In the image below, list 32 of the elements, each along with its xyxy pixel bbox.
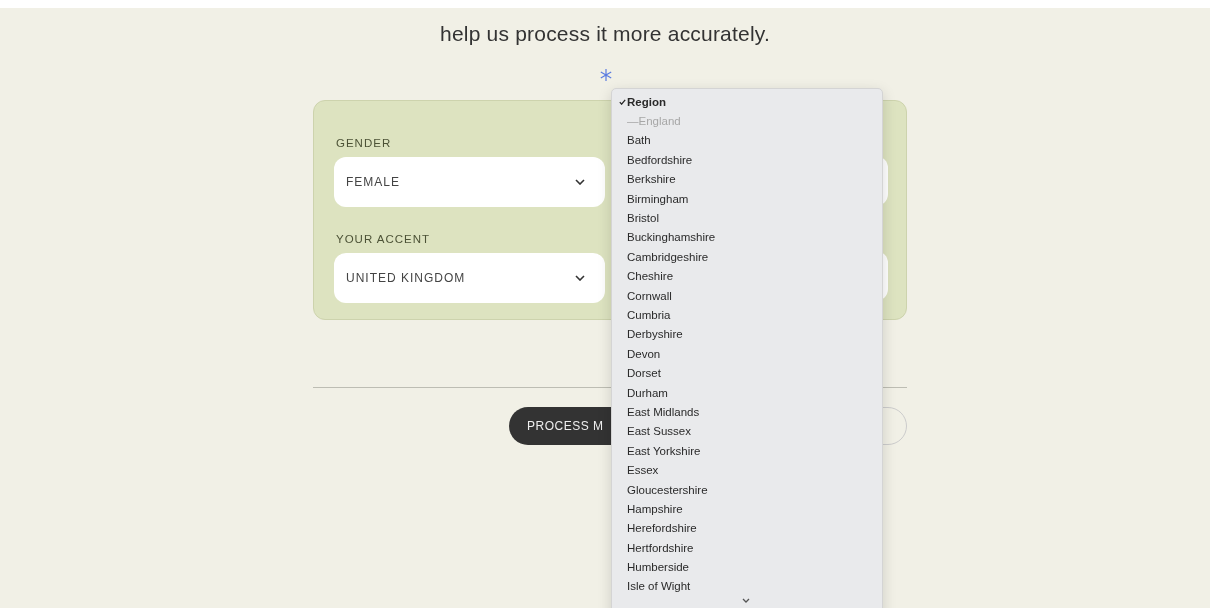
menu-item[interactable]: Bedfordshire	[612, 150, 882, 170]
menu-item[interactable]: Dorset	[612, 363, 882, 383]
menu-item[interactable]: Buckinghamshire	[612, 227, 882, 248]
menu-item[interactable]: Essex	[612, 460, 882, 480]
chevron-down-icon	[575, 275, 585, 281]
menu-item[interactable]: Region	[612, 92, 882, 112]
chevron-down-icon	[575, 179, 585, 185]
menu-item[interactable]: Isle of Wight	[612, 576, 882, 597]
menu-item[interactable]: Hampshire	[612, 499, 882, 519]
asterisk-icon	[600, 69, 612, 81]
menu-item[interactable]: Hertfordshire	[612, 538, 882, 558]
checkmark-icon	[619, 98, 626, 105]
menu-item[interactable]: Gloucestershire	[612, 479, 882, 500]
menu-item[interactable]: Cumbria	[612, 305, 882, 325]
menu-item[interactable]: Cornwall	[612, 285, 882, 306]
field-label: GENDER	[336, 137, 393, 149]
menu-item[interactable]: Birmingham	[612, 188, 882, 209]
field-label: YOUR ACCENT	[336, 233, 432, 245]
menu-item[interactable]: Berkshire	[612, 169, 882, 189]
menu-item[interactable]: Cheshire	[612, 266, 882, 286]
menu-item[interactable]: Cambridgeshire	[612, 247, 882, 267]
menu-item[interactable]: Humberside	[612, 557, 882, 577]
menu-item[interactable]: Devon	[612, 344, 882, 364]
menu-item[interactable]: Bristol	[612, 208, 882, 228]
select-field[interactable]: UNITED KINGDOM	[334, 253, 605, 303]
menu-item[interactable]: Durham	[612, 382, 882, 403]
intro-text: help us process it more accurately.	[440, 22, 770, 46]
menu-item[interactable]: Derbyshire	[612, 324, 882, 345]
scroll-down-icon	[742, 598, 750, 603]
select-field[interactable]: FEMALE	[334, 157, 605, 207]
menu-item[interactable]: Bath	[612, 130, 882, 151]
menu-item[interactable]: Herefordshire	[612, 518, 882, 538]
